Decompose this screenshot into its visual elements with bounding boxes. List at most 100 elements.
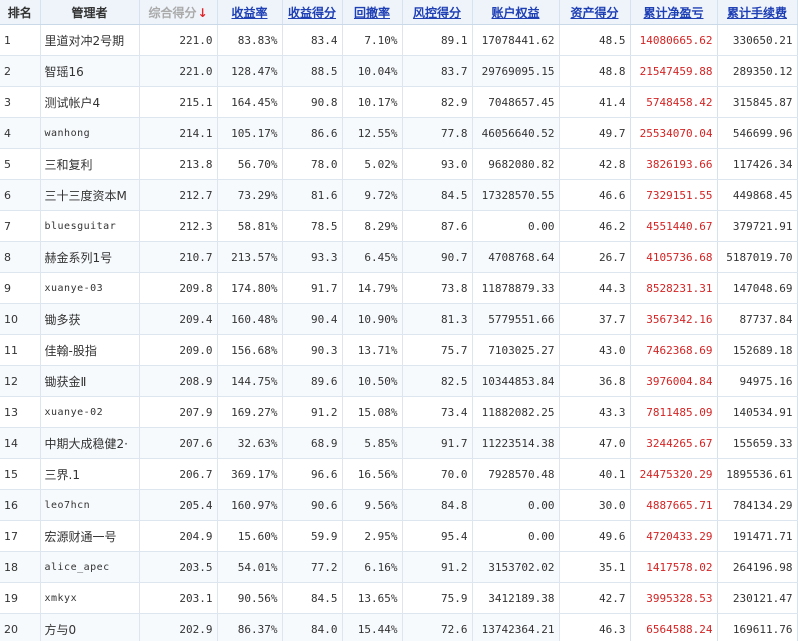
table-header-row: 排名 管理者 综合得分↓ 收益率 收益得分 回撤率 风控得分 账户权益 资产得分… — [0, 0, 798, 25]
return-score-cell: 91.7 — [282, 272, 343, 304]
asset-score-cell: 47.0 — [559, 427, 631, 459]
col-header-net-profit[interactable]: 累计净盈亏 — [630, 0, 718, 25]
table-row: 20 方与0 202.9 86.37% 84.0 15.44% 72.6 13742364.2… — [0, 613, 798, 641]
fees-cell: 315845.87 — [717, 86, 798, 118]
return-rate-cell: 15.60% — [217, 520, 283, 552]
fees-cell: 152689.18 — [717, 334, 798, 366]
drawdown-cell: 10.04% — [342, 55, 403, 87]
fees-cell: 1895536.61 — [717, 458, 798, 490]
manager-cell: xuanye-03 — [40, 272, 140, 304]
rank-cell: 4 — [0, 117, 41, 149]
return-rate-cell: 156.68% — [217, 334, 283, 366]
return-rate-cell: 86.37% — [217, 613, 283, 641]
col-header-manager: 管理者 — [40, 0, 140, 25]
return-score-cell: 78.0 — [282, 148, 343, 180]
equity-cell: 7928570.48 — [472, 458, 560, 490]
total-score-cell: 209.4 — [139, 303, 218, 335]
col-header-asset-score[interactable]: 资产得分 — [559, 0, 631, 25]
asset-score-cell: 46.2 — [559, 210, 631, 242]
col-header-risk-score[interactable]: 风控得分 — [402, 0, 473, 25]
fees-cell: 87737.84 — [717, 303, 798, 335]
equity-cell: 29769095.15 — [472, 55, 560, 87]
return-rate-cell: 83.83% — [217, 24, 283, 56]
fees-cell: 330650.21 — [717, 24, 798, 56]
drawdown-cell: 10.90% — [342, 303, 403, 335]
return-rate-cell: 56.70% — [217, 148, 283, 180]
equity-cell: 46056640.52 — [472, 117, 560, 149]
fees-cell: 230121.47 — [717, 582, 798, 614]
return-score-cell: 83.4 — [282, 24, 343, 56]
risk-score-cell: 83.7 — [402, 55, 473, 87]
return-score-cell: 90.3 — [282, 334, 343, 366]
risk-score-cell: 81.3 — [402, 303, 473, 335]
return-score-cell: 84.5 — [282, 582, 343, 614]
risk-score-cell: 95.4 — [402, 520, 473, 552]
fees-cell: 379721.91 — [717, 210, 798, 242]
col-header-return-rate[interactable]: 收益率 — [217, 0, 283, 25]
return-rate-cell: 144.75% — [217, 365, 283, 397]
risk-score-cell: 70.0 — [402, 458, 473, 490]
risk-score-cell: 89.1 — [402, 24, 473, 56]
return-rate-cell: 160.97% — [217, 489, 283, 521]
col-header-equity[interactable]: 账户权益 — [472, 0, 560, 25]
total-score-cell: 204.9 — [139, 520, 218, 552]
risk-score-cell: 84.5 — [402, 179, 473, 211]
rank-cell: 11 — [0, 334, 41, 366]
drawdown-cell: 14.79% — [342, 272, 403, 304]
risk-score-cell: 93.0 — [402, 148, 473, 180]
col-header-fees[interactable]: 累计手续费 — [717, 0, 798, 25]
drawdown-cell: 6.16% — [342, 551, 403, 583]
table-row: 19 xmkyx 203.1 90.56% 84.5 13.65% 75.9 3412189.… — [0, 582, 798, 614]
table-row: 12 锄获金Ⅱ 208.9 144.75% 89.6 10.50% 82.5 10344853… — [0, 365, 798, 397]
risk-score-cell: 75.9 — [402, 582, 473, 614]
col-header-total-score-label[interactable]: 综合得分 — [148, 6, 196, 20]
total-score-cell: 207.6 — [139, 427, 218, 459]
manager-cell: alice_apec — [40, 551, 140, 583]
fees-cell: 5187019.70 — [717, 241, 798, 273]
return-rate-cell: 54.01% — [217, 551, 283, 583]
table-row: 5 三和复利 213.8 56.70% 78.0 5.02% 93.0 9682080.82 4… — [0, 148, 798, 180]
table-row: 13 xuanye-02 207.9 169.27% 91.2 15.08% 73.4 118… — [0, 396, 798, 428]
return-score-cell: 84.0 — [282, 613, 343, 641]
sort-desc-arrow-icon[interactable]: ↓ — [197, 6, 207, 20]
table-row: 15 三界.1 206.7 369.17% 96.6 16.56% 70.0 7928570.… — [0, 458, 798, 490]
table-row: 8 赫金系列1号 210.7 213.57% 93.3 6.45% 90.7 4708768.… — [0, 241, 798, 273]
total-score-cell: 206.7 — [139, 458, 218, 490]
manager-cell: xuanye-02 — [40, 396, 140, 428]
table-row: 1 里道对冲2号期 221.0 83.83% 83.4 7.10% 89.1 17078441… — [0, 24, 798, 56]
rank-cell: 20 — [0, 613, 41, 641]
return-rate-cell: 32.63% — [217, 427, 283, 459]
total-score-cell: 221.0 — [139, 24, 218, 56]
manager-cell: xmkyx — [40, 582, 140, 614]
ranking-table: 排名 管理者 综合得分↓ 收益率 收益得分 回撤率 风控得分 账户权益 资产得分… — [0, 0, 798, 641]
col-header-drawdown[interactable]: 回撤率 — [342, 0, 403, 25]
return-rate-cell: 58.81% — [217, 210, 283, 242]
col-header-return-score[interactable]: 收益得分 — [282, 0, 343, 25]
asset-score-cell: 46.3 — [559, 613, 631, 641]
return-rate-cell: 73.29% — [217, 179, 283, 211]
asset-score-cell: 49.7 — [559, 117, 631, 149]
equity-cell: 7048657.45 — [472, 86, 560, 118]
return-score-cell: 88.5 — [282, 55, 343, 87]
drawdown-cell: 15.08% — [342, 396, 403, 428]
return-score-cell: 90.8 — [282, 86, 343, 118]
col-header-rank: 排名 — [0, 0, 41, 25]
rank-cell: 13 — [0, 396, 41, 428]
rank-cell: 9 — [0, 272, 41, 304]
equity-cell: 10344853.84 — [472, 365, 560, 397]
table-row: 11 佳翰-股指 209.0 156.68% 90.3 13.71% 75.7 7103025… — [0, 334, 798, 366]
col-header-total-score[interactable]: 综合得分↓ — [139, 0, 218, 25]
fees-cell: 289350.12 — [717, 55, 798, 87]
return-score-cell: 90.6 — [282, 489, 343, 521]
risk-score-cell: 72.6 — [402, 613, 473, 641]
total-score-cell: 209.8 — [139, 272, 218, 304]
table-row: 14 中期大成稳健2· 207.6 32.63% 68.9 5.85% 91.7 112235… — [0, 427, 798, 459]
risk-score-cell: 90.7 — [402, 241, 473, 273]
asset-score-cell: 48.8 — [559, 55, 631, 87]
manager-cell: 佳翰-股指 — [40, 334, 140, 366]
return-score-cell: 77.2 — [282, 551, 343, 583]
drawdown-cell: 13.71% — [342, 334, 403, 366]
drawdown-cell: 8.29% — [342, 210, 403, 242]
net-profit-cell: 4105736.68 — [630, 241, 718, 273]
asset-score-cell: 49.6 — [559, 520, 631, 552]
